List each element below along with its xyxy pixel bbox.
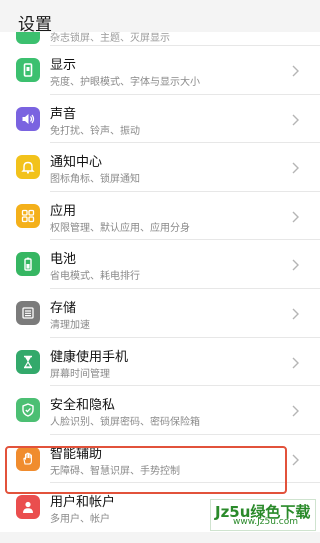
chevron-right-icon: [288, 209, 302, 223]
settings-item-sub: 屏幕时间管理: [50, 368, 110, 380]
chevron-right-icon: [288, 452, 302, 466]
chevron-right-icon: [288, 257, 302, 271]
settings-item-sub: 人脸识别、锁屏密码、密码保险箱: [50, 417, 200, 429]
settings-item-apps[interactable]: 应用 权限管理、默认应用、应用分身: [0, 191, 320, 241]
chevron-right-icon: [288, 355, 302, 369]
shield-icon: [16, 398, 40, 423]
settings-item-sub: 多用户、帐户: [50, 514, 110, 526]
settings-item-label: 存储: [50, 300, 77, 316]
hourglass-icon: [16, 349, 40, 374]
settings-item-battery[interactable]: 电池 省电模式、耗电排行: [0, 240, 320, 289]
settings-item-label: 应用: [50, 203, 77, 219]
settings-item-sub: 图标角标、锁屏通知: [50, 174, 140, 186]
chevron-right-icon: [288, 112, 302, 126]
settings-item-sub: 亮度、护眼模式、字体与显示大小: [50, 77, 200, 88]
settings-item-storage[interactable]: 存储 清理加速: [0, 288, 320, 338]
highlight-box: [5, 446, 287, 494]
settings-item-sound[interactable]: 声音 免打扰、铃声、振动: [0, 94, 320, 144]
settings-item-sub: 清理加速: [50, 319, 90, 331]
settings-item-sub: 权限管理、默认应用、应用分身: [50, 222, 190, 234]
user-icon: [16, 495, 40, 520]
chevron-right-icon: [288, 63, 302, 77]
settings-item-label: 安全和隐私: [50, 398, 116, 414]
storage-icon: [16, 300, 40, 325]
chevron-right-icon: [288, 160, 302, 174]
settings-item-label: 声音: [50, 106, 77, 122]
sound-icon: [16, 106, 40, 131]
settings-item-security[interactable]: 安全和隐私 人脸识别、锁屏密码、密码保险箱: [0, 386, 320, 435]
home-screen-icon: [16, 32, 40, 44]
watermark-url: www.Jz5u.com: [233, 517, 299, 527]
app-header: 设置: [0, 0, 320, 35]
settings-item-notifications[interactable]: 通知中心 图标角标、锁屏通知: [0, 143, 320, 192]
watermark: Jz5u绿色下载 www.Jz5u.com: [210, 499, 316, 531]
settings-item-digital-balance[interactable]: 健康使用手机 屏幕时间管理: [0, 337, 320, 387]
apps-icon: [16, 203, 40, 228]
battery-icon: [16, 252, 40, 277]
settings-item-label: 通知中心: [50, 155, 103, 171]
display-icon: [16, 58, 40, 82]
chevron-right-icon: [288, 306, 302, 320]
settings-item-label: 显示: [50, 58, 77, 73]
settings-item-partial-sub: 杂志锁屏、主题、灭屏显示: [50, 33, 170, 44]
settings-item-sub: 省电模式、耗电排行: [50, 271, 140, 283]
bell-icon: [16, 155, 40, 180]
settings-item-partial[interactable]: 杂志锁屏、主题、灭屏显示: [0, 32, 320, 46]
settings-item-label: 健康使用手机: [50, 349, 129, 365]
chevron-right-icon: [288, 403, 302, 417]
settings-item-label: 用户和帐户: [50, 495, 116, 511]
settings-item-sub: 免打扰、铃声、振动: [50, 125, 140, 137]
settings-item-label: 电池: [50, 252, 77, 268]
settings-item-display[interactable]: 显示 亮度、护眼模式、字体与显示大小: [0, 46, 320, 95]
